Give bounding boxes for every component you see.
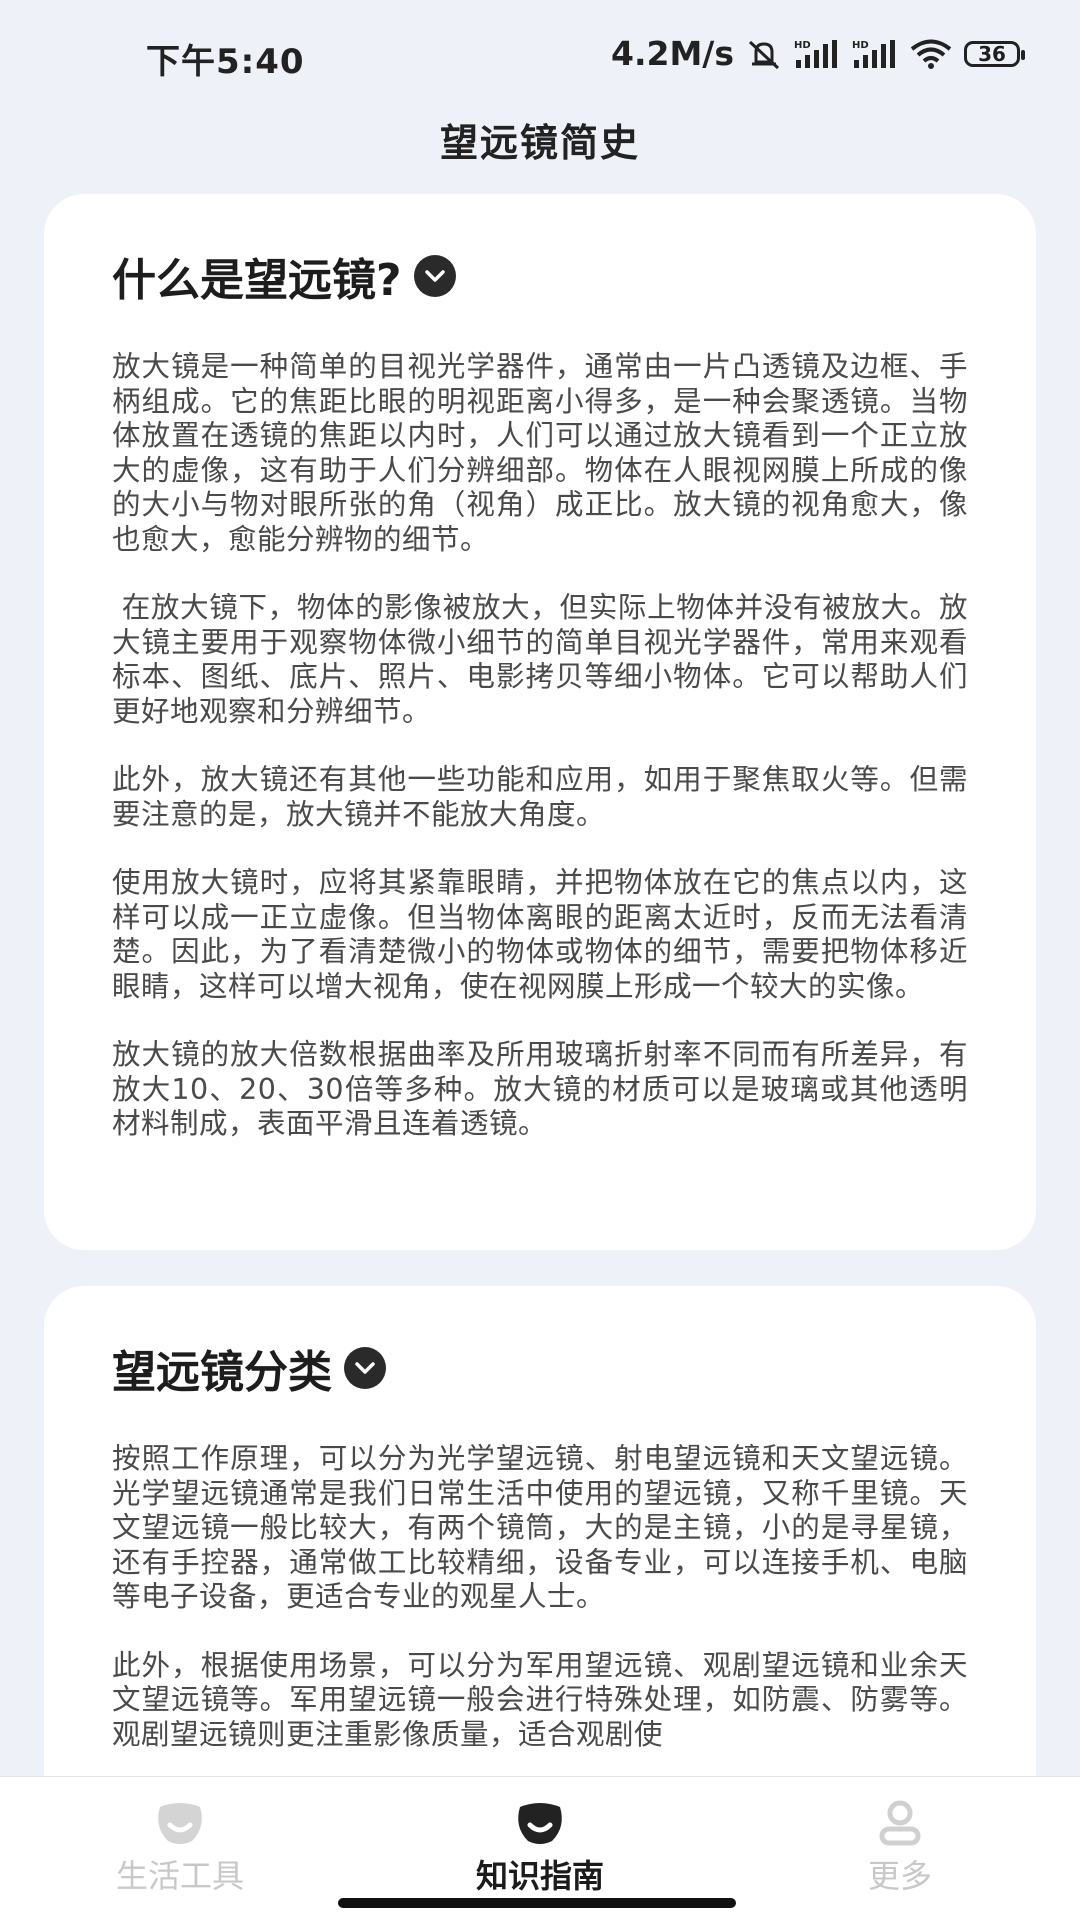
chevron-down-icon[interactable]	[413, 255, 456, 297]
section-heading[interactable]: 什么是望远镜?	[112, 244, 968, 308]
nav-tab-more[interactable]: 更多	[800, 1799, 1000, 1897]
tools-icon	[158, 1803, 202, 1844]
svg-text:HD: HD	[852, 40, 869, 51]
nav-tab-tools[interactable]: 生活工具	[80, 1799, 280, 1897]
section-paragraph: 按照工作原理，可以分为光学望远镜、射电望远镜和天文望远镜。光学望远镜通常是我们日…	[112, 1442, 968, 1613]
section-heading[interactable]: 望远镜分类	[112, 1336, 968, 1400]
status-icons: 4.2M/s HD HD 36	[611, 34, 1025, 73]
page-title: 望远镜简史	[439, 121, 640, 165]
section-paragraph: 此外，根据使用场景，可以分为军用望远镜、观剧望远镜和业余天文望远镜等。军用望远镜…	[112, 1648, 968, 1751]
section-title: 望远镜分类	[112, 1347, 332, 1398]
guide-icon	[518, 1803, 562, 1844]
section-paragraph: 此外，放大镜还有其他一些功能和应用，如用于聚焦取火等。但需要注意的是，放大镜并不…	[112, 763, 968, 831]
status-bar: 下午5:40 4.2M/s HD HD 36	[0, 0, 1080, 110]
battery-level: 36	[978, 41, 1006, 66]
section-paragraph: 放大镜的放大倍数根据曲率及所用玻璃折射率不同而有所差异，有放大10、20、30倍…	[112, 1038, 968, 1140]
nav-label: 生活工具	[115, 1857, 244, 1895]
network-speed: 4.2M/s	[611, 34, 734, 73]
battery-icon: 36	[964, 40, 1025, 67]
section-paragraph: 在放大镜下，物体的影像被放大，但实际上物体并没有被放大。放大镜主要用于观察物体微…	[112, 591, 968, 728]
nav-label: 知识指南	[475, 1857, 604, 1895]
section-card-what-is: 什么是望远镜? 放大镜是一种简单的目视光学器件，通常由一片凸透镜及边框、手柄组成…	[44, 194, 1036, 1250]
section-paragraph: 放大镜是一种简单的目视光学器件，通常由一片凸透镜及边框、手柄组成。它的焦距比眼的…	[112, 350, 968, 556]
nav-tab-guide[interactable]: 知识指南	[440, 1799, 640, 1897]
person-icon	[879, 1800, 921, 1846]
section-paragraph: 使用放大镜时，应将其紧靠眼睛，并把物体放在它的焦点以内，这样可以成一正立虚像。但…	[112, 866, 968, 1003]
signal-hd-icon-2: HD	[852, 39, 895, 68]
section-title: 什么是望远镜?	[112, 255, 402, 306]
wifi-icon	[910, 39, 952, 69]
svg-text:HD: HD	[794, 40, 811, 51]
signal-hd-icon: HD	[794, 39, 837, 68]
status-time: 下午5:40	[146, 42, 305, 82]
app-screen: 下午5:40 4.2M/s HD HD 36 望远镜简史 什么是望远镜? 放大镜…	[0, 0, 1080, 1920]
nav-label: 更多	[867, 1857, 932, 1895]
home-indicator[interactable]	[338, 1898, 736, 1908]
mute-bell-icon	[748, 40, 780, 69]
chevron-down-icon[interactable]	[344, 1347, 386, 1389]
